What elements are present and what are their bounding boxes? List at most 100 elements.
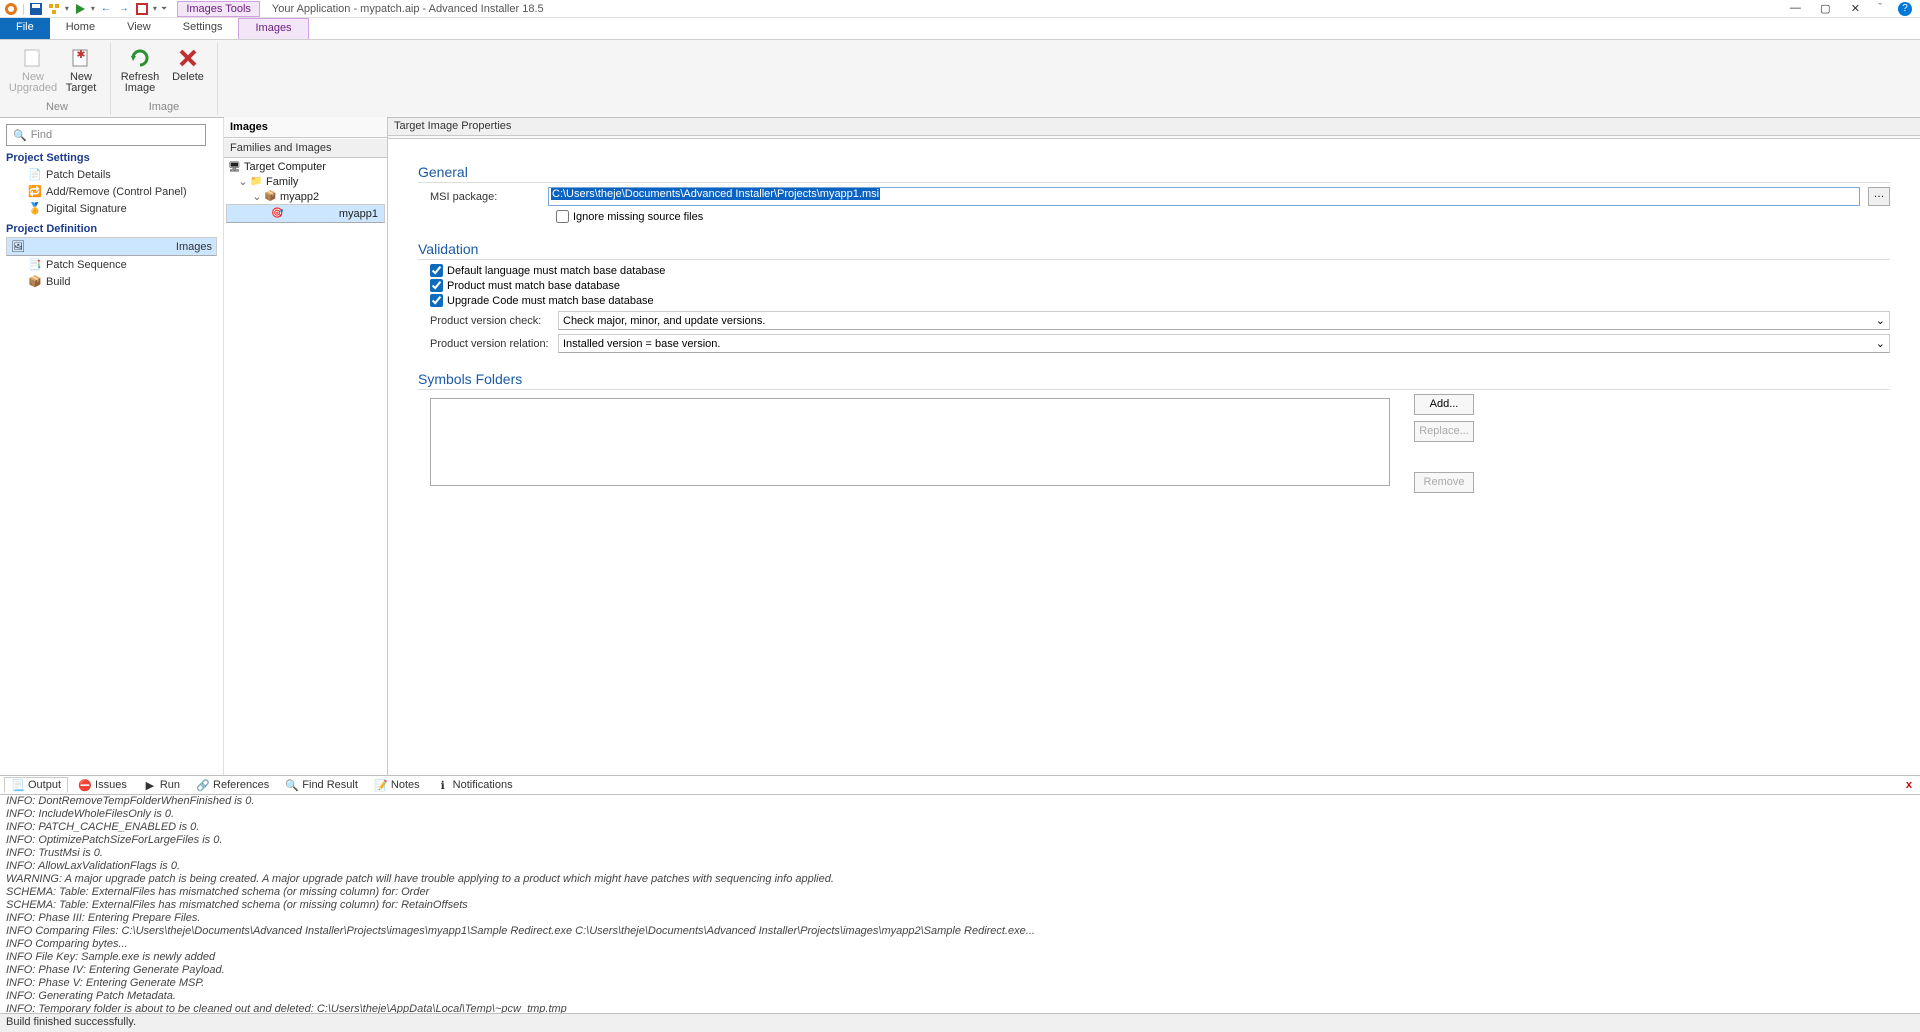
pv-rel-row: Product version relation: Installed vers…	[430, 334, 1890, 353]
run-tab-icon: ▶	[143, 778, 157, 792]
add-button[interactable]: Add...	[1414, 394, 1474, 415]
add-remove-icon: 🔁	[28, 185, 42, 198]
back-icon[interactable]: ←	[99, 2, 113, 16]
nav-add-remove[interactable]: 🔁Add/Remove (Control Panel)	[6, 183, 217, 200]
ribbon-tabs: File Home View Settings Images	[0, 18, 1920, 40]
tab-settings[interactable]: Settings	[167, 18, 239, 39]
msi-label: MSI package:	[430, 191, 540, 203]
main-area: 🔍 Find Project Settings 📄Patch Details 🔁…	[0, 118, 1920, 775]
sequence-icon: 📑	[28, 258, 42, 271]
pv-rel-select[interactable]: Installed version = base version.⌄	[558, 334, 1890, 353]
chevron-down-icon: ⌄	[1876, 314, 1885, 327]
tab-notifications[interactable]: ℹNotifications	[430, 778, 519, 792]
delete-button[interactable]: Delete	[165, 44, 211, 96]
status-bar: Build finished successfully.	[0, 1013, 1920, 1032]
nav-header-project-settings: Project Settings	[6, 152, 217, 164]
refresh-image-label: Refresh Image	[121, 72, 160, 94]
nav-build[interactable]: 📦Build	[6, 273, 217, 290]
tab-run[interactable]: ▶Run	[137, 778, 186, 792]
close-button[interactable]: ✕	[1848, 2, 1862, 16]
validation-header: Validation	[418, 241, 1890, 260]
tree-family[interactable]: ⌄📁Family	[226, 174, 385, 189]
build-icon[interactable]	[47, 2, 61, 16]
refresh-image-button[interactable]: Refresh Image	[117, 44, 163, 96]
qat-dropdown-2[interactable]: ▾	[91, 4, 95, 13]
v1-checkbox[interactable]	[430, 264, 443, 277]
v3-checkbox[interactable]	[430, 294, 443, 307]
output-line: INFO: PATCH_CACHE_ENABLED is 0.	[6, 821, 1914, 834]
output-line: WARNING: A major upgrade patch is being …	[6, 873, 1914, 886]
qat-dropdown-3[interactable]: ▾	[153, 4, 157, 13]
output-line: INFO: DontRemoveTempFolderWhenFinished i…	[6, 795, 1914, 808]
build-icon: 📦	[28, 275, 42, 288]
expand-icon[interactable]: ⌄	[252, 190, 262, 203]
minimize-button[interactable]: —	[1788, 2, 1802, 16]
new-upgraded-label: New Upgraded	[9, 72, 57, 94]
forward-icon[interactable]: →	[117, 2, 131, 16]
patch-details-icon: 📄	[28, 168, 42, 181]
qat-sep: |	[22, 3, 25, 15]
issues-icon: ⛔	[78, 778, 92, 792]
expand-icon[interactable]: ⌄	[238, 175, 248, 188]
general-header: General	[418, 164, 1890, 183]
nav-patch-sequence[interactable]: 📑Patch Sequence	[6, 256, 217, 273]
tab-view[interactable]: View	[111, 18, 167, 39]
context-tab[interactable]: Images Tools	[177, 1, 260, 17]
target-icon: 🎯	[271, 208, 285, 219]
nav-digital-signature[interactable]: 🏅Digital Signature	[6, 200, 217, 217]
ribbon-collapse[interactable]: ˇ	[1878, 2, 1882, 16]
options-icon[interactable]	[135, 2, 149, 16]
maximize-button[interactable]: ▢	[1818, 2, 1832, 16]
bottom-tabs: 📃Output ⛔Issues ▶Run 🔗References 🔍Find R…	[0, 775, 1920, 795]
ribbon: New Upgraded ✱ New Target New Refresh Im…	[0, 40, 1920, 118]
ribbon-group-image: Refresh Image Delete Image	[111, 42, 218, 115]
symbols-listbox[interactable]	[430, 398, 1390, 486]
replace-button[interactable]: Replace...	[1414, 421, 1474, 442]
nav-images[interactable]: 🖼Images	[6, 237, 217, 256]
help-icon[interactable]: ?	[1898, 2, 1912, 16]
remove-button[interactable]: Remove	[1414, 472, 1474, 493]
search-icon: 🔍	[13, 129, 27, 142]
new-target-button[interactable]: ✱ New Target	[58, 44, 104, 96]
v2-checkbox[interactable]	[430, 279, 443, 292]
references-icon: 🔗	[196, 778, 210, 792]
pv-check-select[interactable]: Check major, minor, and update versions.…	[558, 311, 1890, 330]
tab-references[interactable]: 🔗References	[190, 778, 275, 792]
tab-home[interactable]: Home	[50, 18, 111, 39]
validation-check-2[interactable]: Product must match base database	[430, 279, 1890, 292]
window-title: Your Application - mypatch.aip - Advance…	[272, 3, 544, 15]
tab-notes[interactable]: 📝Notes	[368, 778, 426, 792]
computer-icon: 🖥	[228, 162, 242, 173]
save-icon[interactable]	[29, 2, 43, 16]
tree-col-title: Images	[224, 117, 387, 138]
tab-find-result[interactable]: 🔍Find Result	[279, 778, 364, 792]
output-icon: 📃	[11, 778, 25, 792]
chevron-down-icon: ⌄	[1876, 337, 1885, 350]
qat-customize[interactable]: ⏷	[161, 4, 167, 14]
browse-button[interactable]: …	[1868, 187, 1890, 206]
find-input[interactable]: 🔍 Find	[6, 124, 206, 146]
tree-myapp2[interactable]: ⌄📦myapp2	[226, 189, 385, 204]
validation-check-1[interactable]: Default language must match base databas…	[430, 264, 1890, 277]
delete-label: Delete	[172, 72, 204, 83]
validation-check-3[interactable]: Upgrade Code must match base database	[430, 294, 1890, 307]
svg-text:✱: ✱	[76, 49, 85, 61]
tab-images[interactable]: Images	[238, 18, 308, 39]
tree-myapp1[interactable]: 🎯myapp1	[226, 204, 385, 223]
msi-package-input[interactable]: C:\Users\theje\Documents\Advanced Instal…	[548, 187, 1860, 206]
ignore-missing-checkbox[interactable]	[556, 210, 569, 223]
tab-output[interactable]: 📃Output	[4, 777, 68, 793]
output-pane[interactable]: INFO: DontRemoveTempFolderWhenFinished i…	[0, 795, 1920, 1013]
output-line: INFO Comparing bytes...	[6, 938, 1914, 951]
nav-patch-details[interactable]: 📄Patch Details	[6, 166, 217, 183]
ignore-missing-check[interactable]: Ignore missing source files	[556, 210, 1890, 223]
qat-dropdown[interactable]: ▾	[65, 4, 69, 13]
tab-file[interactable]: File	[0, 18, 50, 39]
tree-root[interactable]: 🖥Target Computer	[226, 160, 385, 174]
close-panel-button[interactable]: x	[1906, 779, 1916, 791]
new-upgraded-button[interactable]: New Upgraded	[10, 44, 56, 96]
new-target-icon: ✱	[69, 46, 93, 70]
run-icon[interactable]	[73, 2, 87, 16]
tab-issues[interactable]: ⛔Issues	[72, 778, 133, 792]
msi-package-row: MSI package: C:\Users\theje\Documents\Ad…	[430, 187, 1890, 206]
